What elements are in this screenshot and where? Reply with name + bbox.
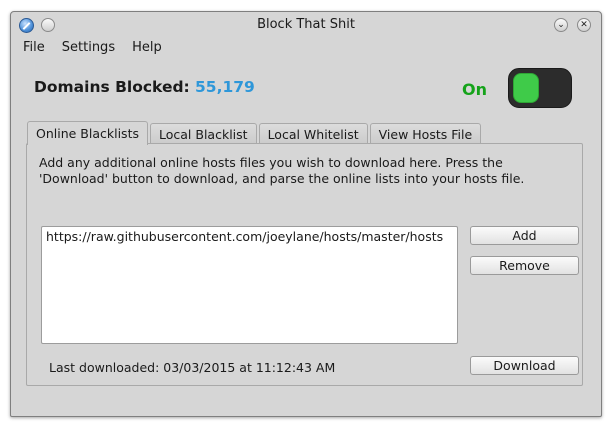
menu-settings[interactable]: Settings (62, 40, 115, 58)
domains-blocked-count: 55,179 (195, 78, 255, 96)
domains-blocked-label: Domains Blocked: (34, 78, 190, 96)
menu-file[interactable]: File (23, 40, 45, 58)
download-button[interactable]: Download (470, 356, 579, 375)
minimize-button[interactable]: ⌄ (554, 18, 568, 32)
tab-panel-online-blacklists: Add any additional online hosts files yo… (26, 143, 583, 386)
url-list[interactable]: https://raw.githubusercontent.com/joeyla… (41, 226, 458, 344)
remove-button[interactable]: Remove (470, 256, 579, 275)
title-bar[interactable]: Block That Shit ⌄ ✕ (11, 12, 601, 39)
list-item[interactable]: https://raw.githubusercontent.com/joeyla… (46, 229, 453, 245)
menu-bar: File Settings Help (23, 40, 162, 58)
last-downloaded-text: Last downloaded: 03/03/2015 at 11:12:43 … (49, 360, 336, 375)
toggle-state-label: On (462, 80, 487, 99)
description-text: Add any additional online hosts files yo… (39, 155, 525, 186)
app-window: Block That Shit ⌄ ✕ File Settings Help D… (10, 11, 602, 417)
menu-help[interactable]: Help (132, 40, 162, 58)
tab-online-blacklists[interactable]: Online Blacklists (27, 121, 148, 145)
tab-local-whitelist[interactable]: Local Whitelist (258, 123, 368, 144)
tab-view-hosts-file[interactable]: View Hosts File (369, 123, 482, 144)
tab-bar: Online Blacklists Local Blacklist Local … (27, 121, 483, 145)
blocking-toggle[interactable] (508, 68, 572, 108)
window-title: Block That Shit (257, 17, 355, 32)
toggle-knob[interactable] (513, 73, 539, 103)
tab-local-blacklist[interactable]: Local Blacklist (150, 123, 257, 144)
add-button[interactable]: Add (470, 226, 579, 245)
close-button[interactable]: ✕ (577, 18, 591, 32)
